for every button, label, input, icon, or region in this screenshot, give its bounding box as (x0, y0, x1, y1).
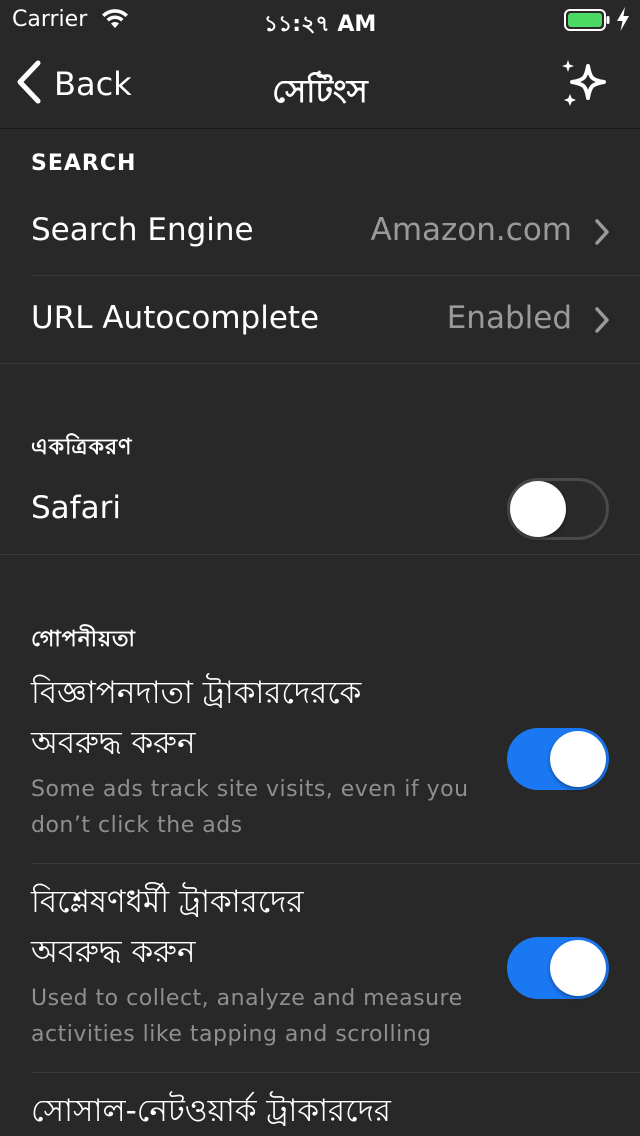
sparkle-icon (560, 60, 612, 114)
search-engine-label: Search Engine (31, 212, 254, 248)
section-header-integration: একত্রিকরণ (31, 435, 133, 460)
status-time: ১১:২৭ AM (263, 12, 377, 37)
ad-trackers-title-line1: বিজ্ঞাপনদাতা ট্রাকারদেরকে (31, 675, 362, 711)
chevron-right-icon (594, 306, 610, 338)
ad-trackers-toggle[interactable] (507, 728, 609, 790)
analytics-trackers-subtitle-line2: activities like tapping and scrolling (31, 1022, 432, 1047)
status-bar: Carrier ১১:২৭ AM (0, 0, 640, 40)
page-title: সেটিংস (272, 72, 368, 110)
toggle-knob (550, 731, 606, 787)
row-block-social-trackers: সোসাল-নেটওয়ার্ক ট্রাকারদের (0, 1082, 640, 1136)
url-autocomplete-value: Enabled (446, 300, 572, 336)
chevron-right-icon (594, 218, 610, 250)
settings-screen: Carrier ১১:২৭ AM Back সেটিংস SEARCH Sear… (0, 0, 640, 1136)
row-block-ad-trackers: বিজ্ঞাপনদাতা ট্রাকারদেরকে অবরুদ্ধ করুন S… (0, 664, 640, 863)
safari-toggle[interactable] (507, 478, 609, 540)
url-autocomplete-label: URL Autocomplete (31, 300, 320, 336)
section-header-privacy: গোপনীয়তা (31, 627, 136, 652)
analytics-trackers-toggle[interactable] (507, 937, 609, 999)
analytics-trackers-subtitle-line1: Used to collect, analyze and measure (31, 986, 463, 1011)
search-engine-value: Amazon.com (370, 212, 572, 248)
ad-trackers-subtitle-line2: don’t click the ads (31, 813, 243, 838)
analytics-trackers-title-line2: অবরুদ্ধ করুন (31, 934, 196, 970)
row-search-engine[interactable]: Search Engine Amazon.com (0, 188, 640, 275)
charging-bolt-icon (616, 7, 630, 37)
section-header-search: SEARCH (31, 151, 137, 176)
battery-icon (564, 9, 610, 31)
toggle-knob (550, 940, 606, 996)
section-separator (0, 554, 640, 555)
analytics-trackers-title-line1: বিশ্লেষণধর্মী ট্রাকারদের (31, 884, 304, 920)
navigation-bar: Back সেটিংস (0, 40, 640, 129)
row-separator (31, 1072, 640, 1073)
row-url-autocomplete[interactable]: URL Autocomplete Enabled (0, 276, 640, 363)
row-safari: Safari (0, 466, 640, 554)
row-separator (31, 863, 640, 864)
social-trackers-title-line1: সোসাল-নেটওয়ার্ক ট্রাকারদের (31, 1093, 391, 1129)
sparkle-button[interactable] (560, 58, 612, 110)
ad-trackers-subtitle-line1: Some ads track site visits, even if you (31, 777, 469, 802)
section-separator (0, 363, 640, 364)
ad-trackers-title-line2: অবরুদ্ধ করুন (31, 725, 196, 761)
safari-label: Safari (31, 490, 121, 526)
row-block-analytics-trackers: বিশ্লেষণধর্মী ট্রাকারদের অবরুদ্ধ করুন Us… (0, 873, 640, 1072)
toggle-knob (510, 481, 566, 537)
